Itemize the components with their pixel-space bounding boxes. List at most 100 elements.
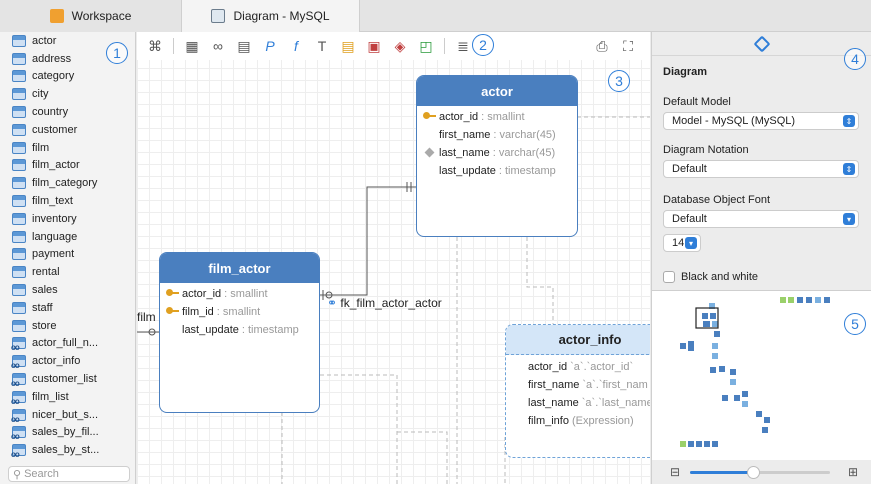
column-name: last_update: [439, 165, 496, 177]
minimap-shapes: [680, 297, 830, 447]
sidebar-item[interactable]: store: [0, 317, 135, 335]
cube-icon[interactable]: [753, 35, 770, 52]
column-type: : timestamp: [241, 324, 299, 336]
entity-column[interactable]: last_name: varchar(45): [417, 144, 577, 162]
view-icon: [11, 337, 26, 352]
sidebar-item[interactable]: actor_full_n...: [0, 335, 135, 352]
default-model-select[interactable]: Model - MySQL (MySQL) ⇕: [663, 112, 859, 130]
sidebar-item-label: actor: [32, 34, 57, 47]
sidebar-item[interactable]: rental: [0, 263, 135, 281]
entity-column[interactable]: last_name `a`.`last_name: [506, 394, 650, 412]
object-list-sidebar: actor address category city country customer f…: [0, 32, 136, 484]
callout-badge-4: 4: [844, 48, 866, 70]
sidebar-item[interactable]: film_list: [0, 388, 135, 406]
sidebar-item[interactable]: film: [0, 139, 135, 157]
entity-actor[interactable]: actor actor_id: smallint first_name: varc…: [416, 75, 578, 237]
sidebar-item[interactable]: category: [0, 68, 135, 86]
sidebar-item-label: customer_list: [32, 373, 97, 386]
sidebar-item[interactable]: sales_by_st...: [0, 441, 135, 459]
table-icon: [12, 106, 26, 119]
workspace-icon: [49, 9, 64, 23]
view-icon: [11, 373, 26, 388]
select-value: 14: [672, 237, 685, 249]
sidebar-item[interactable]: country: [0, 103, 135, 121]
select-value: Default: [672, 163, 707, 175]
black-and-white-checkbox[interactable]: Black and white: [663, 271, 758, 283]
sidebar-item-label: actor_info: [32, 355, 81, 368]
entity-column[interactable]: film_info (Expression): [506, 412, 650, 430]
column-name: film_info: [528, 415, 569, 427]
column-name: last_update: [182, 324, 239, 336]
table-icon: [12, 230, 26, 243]
zoom-slider[interactable]: [690, 466, 830, 479]
tab-workspace[interactable]: Workspace: [0, 0, 182, 32]
font-select[interactable]: Default ▾: [663, 210, 859, 228]
font-label: Database Object Font: [663, 194, 771, 206]
sidebar-item-label: payment: [32, 248, 75, 261]
table-icon: [12, 141, 26, 154]
fk-line: [320, 186, 417, 296]
column-type: : smallint: [216, 306, 261, 318]
table-icon: [12, 159, 26, 172]
table-icon: [12, 52, 26, 65]
table-icon: [12, 177, 26, 190]
table-icon: [12, 248, 26, 261]
entity-column[interactable]: last_update: timestamp: [417, 162, 577, 180]
tab-diagram[interactable]: Diagram - MySQL: [182, 0, 360, 32]
overview-minimap[interactable]: 5: [651, 290, 871, 460]
sidebar-item-label: language: [32, 230, 78, 243]
view-icon: [11, 408, 26, 424]
entity-column[interactable]: first_name `a`.`first_nam: [506, 376, 650, 394]
entity-column[interactable]: actor_id: smallint: [417, 108, 577, 126]
sidebar-item[interactable]: staff: [0, 299, 135, 317]
diagram-canvas[interactable]: ⌘ ▦ ∞ ▤ P f T ▤ ▣ ◈ ◰ ≣ ⎙ ⛶ actor actor_…: [137, 32, 650, 484]
view-icon: [11, 444, 26, 459]
entity-column[interactable]: actor_id `a`.`actor_id`: [506, 358, 650, 376]
table-icon: [12, 301, 26, 314]
sidebar-item[interactable]: film_actor: [0, 157, 135, 175]
zoom-in-icon[interactable]: ⊞: [848, 465, 858, 479]
entity-column[interactable]: first_name: varchar(45): [417, 126, 577, 144]
sidebar-item[interactable]: actor_info: [0, 352, 135, 370]
entity-column[interactable]: film_id: smallint: [160, 303, 319, 321]
sidebar-item[interactable]: city: [0, 85, 135, 103]
sidebar-item-label: sales_by_fil...: [32, 426, 99, 439]
object-list: actor address category city country customer f…: [0, 32, 135, 459]
column-type: `a`.`actor_id`: [570, 361, 634, 373]
sidebar-item[interactable]: nicer_but_s...: [0, 406, 135, 424]
font-size-select[interactable]: 14 ▾: [663, 234, 701, 252]
entity-column[interactable]: actor_id: smallint: [160, 285, 319, 303]
relationship-label[interactable]: ⚭ fk_film_actor_actor: [327, 296, 442, 310]
zoom-out-icon[interactable]: ⊟: [670, 465, 680, 479]
sidebar-item-label: staff: [32, 301, 53, 314]
view-icon: [11, 390, 26, 406]
column-name: first_name: [439, 129, 491, 141]
sidebar-item-label: customer: [32, 123, 78, 136]
sidebar-item[interactable]: language: [0, 228, 135, 246]
updown-icon: ⇕: [843, 115, 855, 127]
sidebar-item[interactable]: film_category: [0, 174, 135, 192]
sidebar-item[interactable]: customer_list: [0, 370, 135, 388]
sidebar-item[interactable]: customer: [0, 121, 135, 139]
search-field[interactable]: ⚲ Search: [8, 466, 130, 482]
entity-column[interactable]: last_update: timestamp: [160, 321, 319, 339]
view-icon: [11, 355, 26, 370]
callout-badge-3: 3: [608, 70, 630, 92]
notation-select[interactable]: Default ⇕: [663, 160, 859, 178]
sidebar-item[interactable]: sales: [0, 281, 135, 299]
sidebar-item[interactable]: sales_by_fil...: [0, 424, 135, 441]
zoom-slider-thumb[interactable]: [747, 466, 760, 479]
checkbox-box[interactable]: [663, 271, 675, 283]
chevron-down-icon: ▾: [843, 213, 855, 225]
callout-badge-2: 2: [472, 34, 494, 56]
entity-film-actor[interactable]: film_actor actor_id: smallint film_id: sm…: [159, 252, 320, 413]
search-placeholder: Search: [24, 468, 59, 480]
sidebar-item-label: category: [32, 70, 75, 83]
sidebar-item-label: rental: [32, 266, 60, 279]
sidebar-item-label: film: [32, 141, 50, 154]
sidebar-item[interactable]: film_text: [0, 192, 135, 210]
entity-actor-info[interactable]: actor_info actor_id `a`.`actor_id` first_…: [505, 324, 650, 458]
sidebar-item[interactable]: payment: [0, 246, 135, 264]
notation-label: Diagram Notation: [663, 144, 749, 156]
sidebar-item[interactable]: inventory: [0, 210, 135, 228]
